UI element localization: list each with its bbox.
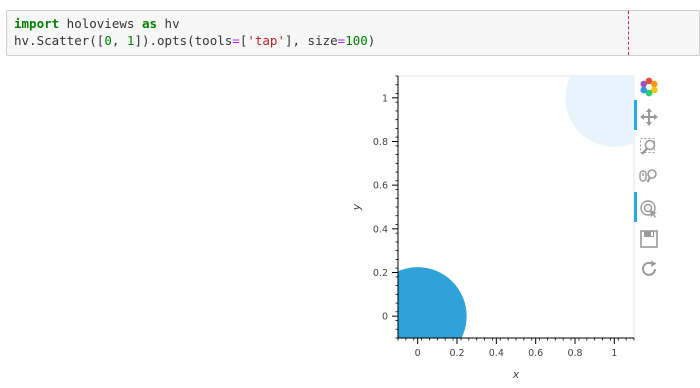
y-axis: 0 0.2 0.4 0.6 0.8 1 [373,75,399,339]
scatter-plot[interactable]: 0 0.2 0.4 0.6 0.8 1 0 0.2 0.4 0.6 0.8 1 x y [0,0,700,388]
x-tick-label: 0 [415,348,421,359]
y-tick-label: 0 [382,312,388,323]
save-tool-icon[interactable] [638,228,660,250]
pan-tool-active-indicator [634,100,637,130]
y-tick-label: 0.8 [373,137,388,148]
tap-tool-icon[interactable] [638,198,660,220]
y-tick-label: 1 [382,93,388,104]
y-axis-label: y [350,203,363,211]
y-tick-label: 0.4 [373,224,388,235]
x-tick-label: 1 [611,348,617,359]
x-tick-label: 0.4 [489,348,504,359]
bokeh-logo-icon[interactable] [638,76,660,98]
x-tick-label: 0.2 [449,348,464,359]
tap-tool-active-indicator [634,192,637,222]
x-axis-label: x [512,368,520,381]
pan-tool-icon[interactable] [638,106,660,128]
x-tick-label: 0.8 [567,348,582,359]
reset-tool-icon[interactable] [638,258,660,280]
wheel-zoom-tool-icon[interactable] [638,166,660,188]
box-zoom-tool-icon[interactable] [638,136,660,158]
x-tick-label: 0.6 [528,348,543,359]
y-tick-label: 0.6 [373,181,388,192]
y-tick-label: 0.2 [373,268,388,279]
x-axis: 0 0.2 0.4 0.6 0.8 1 [397,337,635,359]
